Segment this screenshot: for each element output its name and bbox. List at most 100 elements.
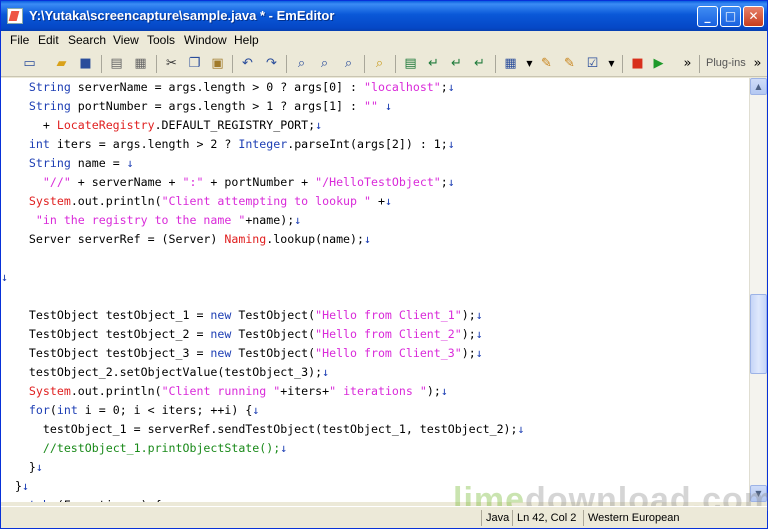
code-line: testObject_2.setObjectValue(testObject_3… [1, 365, 330, 379]
line-break-marker: ↓ [252, 403, 260, 417]
text-editor-area[interactable]: String serverName = args.length > 0 ? ar… [1, 78, 749, 502]
code-line: System.out.println("Client attempting to… [28, 194, 392, 208]
line-break-marker: ↓ [21, 479, 29, 493]
code-line: "in the registry to the name "+name);↓ [35, 213, 302, 227]
menu-file[interactable]: File [10, 33, 29, 47]
wrap-chars-icon[interactable]: ↵ [471, 55, 488, 72]
plugins-overflow-icon[interactable]: » [749, 55, 766, 72]
code-line: //testObject_1.printObjectState();↓ [42, 441, 288, 455]
menu-view[interactable]: View [113, 33, 139, 47]
status-mode[interactable]: Java [481, 510, 509, 526]
line-break-marker: ↓ [475, 327, 483, 341]
code-line: "//" + serverName + ":" + portNumber + "… [42, 175, 455, 189]
code-line: TestObject testObject_3 = new TestObject… [1, 346, 483, 360]
toolbar-overflow-icon[interactable]: » [679, 55, 696, 72]
code-line: + LocateRegistry.DEFAULT_REGISTRY_PORT;↓ [1, 118, 323, 132]
editor-window: Y:\Yutaka\screencapture\sample.java * - … [0, 0, 768, 529]
line-break-marker: ↓ [447, 80, 455, 94]
code-line: System.out.println("Client running "+ite… [28, 384, 448, 398]
line-break-marker: ↓ [364, 232, 371, 246]
run-macro-icon[interactable]: ▶ [650, 55, 667, 72]
toolbar-separator [495, 55, 496, 73]
code-line: TestObject testObject_2 = new TestObject… [1, 327, 483, 341]
toolbar-separator [101, 55, 102, 73]
toolbar-separator [699, 55, 700, 73]
window-title: Y:\Yutaka\screencapture\sample.java * - … [29, 8, 335, 23]
status-bar: Java Ln 42, Col 2 Western European [1, 506, 767, 528]
menu-bar: File Edit Search View Tools Window Help [1, 31, 767, 51]
toolbar-separator [395, 55, 396, 73]
line-break-marker: ↓ [440, 384, 448, 398]
redo-icon[interactable]: ↷ [263, 55, 280, 72]
plugins-toolbar-label: Plug-ins [706, 57, 746, 69]
wrap-page-icon[interactable]: ↵ [448, 55, 465, 72]
code-line: int iters = args.length > 2 ? Integer.pa… [28, 137, 455, 151]
line-break-marker: ↓ [294, 213, 302, 227]
maximize-button[interactable]: □ [720, 6, 741, 27]
toolbar-separator [232, 55, 233, 73]
chevron-down-icon[interactable]: ▼ [603, 55, 620, 72]
new-file-icon[interactable]: ▭ [21, 55, 38, 72]
line-break-marker: ↓ [280, 441, 288, 455]
line-break-marker: ↓ [35, 460, 43, 474]
line-break-marker: ↓ [126, 156, 134, 170]
print-icon[interactable]: ▤ [108, 55, 125, 72]
search-files-icon[interactable]: ⌕ [371, 55, 388, 72]
find-previous-icon[interactable]: ⌕ [340, 55, 357, 72]
line-break-marker: ↓ [475, 308, 483, 322]
find-icon[interactable]: ⌕ [293, 55, 310, 72]
line-break-marker: ↓ [322, 365, 330, 379]
wrap-window-icon[interactable]: ↵ [425, 55, 442, 72]
stop-macro-icon[interactable]: ■ [629, 55, 646, 72]
code-line: String name = ↓ [28, 156, 134, 170]
vertical-scrollbar[interactable]: ▲ ▼ [749, 78, 767, 502]
status-position: Ln 42, Col 2 [512, 510, 576, 526]
code-line: catch (Exception e) {↓ [1, 496, 169, 502]
code-line: }↓ [1, 460, 43, 474]
line-break-marker: ↓ [315, 118, 323, 132]
properties-icon[interactable]: ✎ [538, 55, 555, 72]
chevron-down-icon[interactable]: ▼ [521, 55, 538, 72]
scroll-up-button[interactable]: ▲ [750, 78, 767, 95]
undo-icon[interactable]: ↶ [239, 55, 256, 72]
minimize-button[interactable]: _ [697, 6, 718, 27]
toolbar-separator [622, 55, 623, 73]
copy-icon[interactable]: ❐ [186, 55, 203, 72]
line-break-marker: ↓ [475, 346, 483, 360]
line-break-marker: ↓ [384, 194, 392, 208]
close-button[interactable]: ✕ [743, 6, 764, 27]
title-bar[interactable]: Y:\Yutaka\screencapture\sample.java * - … [1, 1, 767, 31]
open-folder-icon[interactable]: ▰ [53, 55, 70, 72]
status-encoding[interactable]: Western European [583, 510, 680, 526]
toolbar-separator [286, 55, 287, 73]
cut-icon[interactable]: ✂ [163, 55, 180, 72]
configuration-icon[interactable]: ▦ [502, 55, 519, 72]
code-line: String portNumber = args.length > 1 ? ar… [28, 99, 392, 113]
toolbar-separator [156, 55, 157, 73]
checklist-icon[interactable]: ☑ [584, 55, 601, 72]
customize-icon[interactable]: ✎ [561, 55, 578, 72]
menu-tools[interactable]: Tools [147, 33, 175, 47]
menu-edit[interactable]: Edit [38, 33, 59, 47]
toolbar-separator [364, 55, 365, 73]
scrollbar-thumb[interactable] [750, 294, 767, 374]
code-line: Server serverRef = (Server) Naming.looku… [1, 232, 371, 246]
line-break-marker: ↓ [162, 498, 169, 502]
code-line: for(int i = 0; i < iters; ++i) {↓ [28, 403, 260, 417]
line-break-marker: ↓ [384, 99, 392, 113]
code-line: ↓ [1, 268, 8, 287]
code-line: TestObject testObject_1 = new TestObject… [1, 308, 483, 322]
code-line: testObject_1 = serverRef.sendTestObject(… [1, 422, 525, 436]
line-break-marker: ↓ [1, 270, 8, 284]
find-next-icon[interactable]: ⌕ [316, 55, 333, 72]
save-icon[interactable]: ■ [77, 55, 94, 72]
menu-window[interactable]: Window [184, 33, 227, 47]
menu-help[interactable]: Help [234, 33, 259, 47]
paste-icon[interactable]: ▣ [209, 55, 226, 72]
menu-search[interactable]: Search [68, 33, 106, 47]
wrap-none-icon[interactable]: ▤ [402, 55, 419, 72]
code-line: String serverName = args.length > 0 ? ar… [28, 80, 455, 94]
app-icon[interactable] [7, 8, 23, 24]
line-break-marker: ↓ [447, 137, 455, 151]
print-preview-icon[interactable]: ▦ [132, 55, 149, 72]
